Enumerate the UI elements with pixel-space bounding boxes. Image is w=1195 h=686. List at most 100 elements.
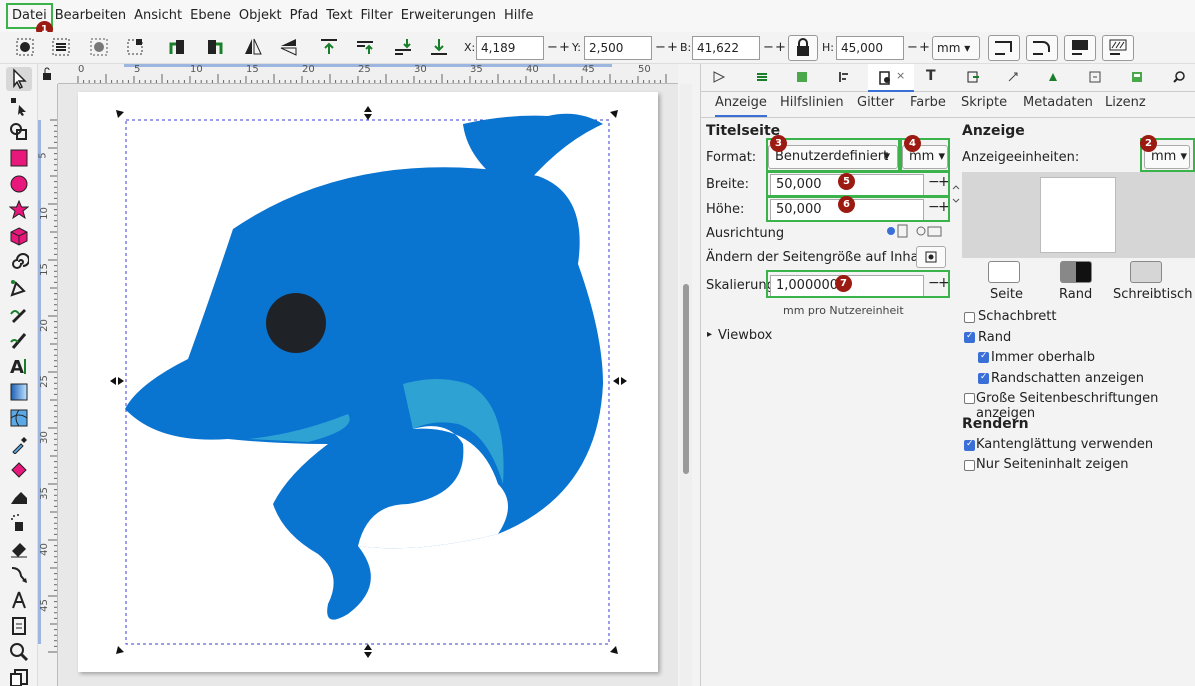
deselect-icon[interactable] xyxy=(88,36,110,58)
menu-filter[interactable]: Filter xyxy=(357,5,397,27)
move-gradients-button[interactable] xyxy=(1064,35,1096,61)
transform-tab-icon[interactable] xyxy=(1046,70,1060,84)
text-font-tab-icon[interactable]: T xyxy=(926,68,936,84)
raise-icon[interactable] xyxy=(354,36,376,58)
select-all-icon[interactable] xyxy=(14,36,36,58)
subtab-anzeige[interactable]: Anzeige xyxy=(715,95,767,117)
menu-hilfe[interactable]: Hilfe xyxy=(500,5,538,27)
width-field[interactable]: 41,622 xyxy=(692,36,760,60)
eraser-tool-icon[interactable] xyxy=(9,538,29,558)
desk-color-swatch[interactable] xyxy=(1130,261,1162,283)
export-tab-icon[interactable] xyxy=(966,70,980,84)
star-tool-icon[interactable] xyxy=(9,200,29,220)
paint-bucket-tool-icon[interactable] xyxy=(9,460,29,480)
measure-tool-icon[interactable] xyxy=(9,590,29,610)
lock-guides-icon[interactable] xyxy=(38,64,58,84)
pen-tool-icon[interactable] xyxy=(9,278,29,298)
subtab-gitter[interactable]: Gitter xyxy=(857,95,894,117)
menu-bearbeiten[interactable]: Bearbeiten xyxy=(51,5,130,27)
menu-ebene[interactable]: Ebene xyxy=(186,5,235,27)
find-tab-icon[interactable] xyxy=(1172,70,1186,84)
selector-tool-icon[interactable] xyxy=(6,67,32,91)
pages-tool-icon[interactable] xyxy=(9,616,29,636)
rotate-ccw-icon[interactable] xyxy=(166,36,188,58)
page-color-swatch[interactable] xyxy=(988,261,1020,283)
close-tab-icon[interactable]: × xyxy=(896,69,905,82)
node-tool-icon[interactable] xyxy=(9,96,29,116)
checkbox-border[interactable] xyxy=(964,331,975,343)
menu-text[interactable]: Text xyxy=(322,5,356,27)
3d-box-tool-icon[interactable] xyxy=(9,226,29,246)
height-plus[interactable]: + xyxy=(919,36,930,60)
checkbox-always-on-top[interactable] xyxy=(978,351,989,363)
objects-tab-icon[interactable] xyxy=(795,70,809,84)
menu-objekt[interactable]: Objekt xyxy=(235,5,286,27)
x-plus[interactable]: + xyxy=(559,36,570,60)
gradient-tool-icon[interactable] xyxy=(9,382,29,402)
rotate-cw-icon[interactable] xyxy=(204,36,226,58)
menu-erweiterungen[interactable]: Erweiterungen xyxy=(397,5,500,27)
lock-ratio-button[interactable] xyxy=(788,35,818,61)
raise-to-top-icon[interactable] xyxy=(318,36,340,58)
height-field[interactable]: 45,000 xyxy=(836,36,904,60)
fill-stroke-tab-icon[interactable] xyxy=(712,70,726,84)
document-properties-tab[interactable]: × xyxy=(868,64,914,92)
touch-select-icon[interactable] xyxy=(124,36,146,58)
scrollbar-thumb[interactable] xyxy=(683,284,689,474)
zoom-tool-icon[interactable] xyxy=(9,642,29,662)
link-dimensions-icon[interactable] xyxy=(952,184,960,204)
subtab-skripte[interactable]: Skripte xyxy=(961,95,1007,117)
scale-stroke-button[interactable] xyxy=(988,35,1020,61)
lower-to-bottom-icon[interactable] xyxy=(428,36,450,58)
checkbox-large-labels[interactable] xyxy=(964,393,975,404)
menu-pfad[interactable]: Pfad xyxy=(286,5,323,27)
y-field[interactable]: 2,500 xyxy=(584,36,652,60)
x-minus[interactable]: − xyxy=(547,36,558,60)
subtab-hilfslinien[interactable]: Hilfslinien xyxy=(780,95,844,117)
mesh-tool-icon[interactable] xyxy=(9,408,29,428)
orientation-radios[interactable] xyxy=(886,224,946,240)
subtab-farbe[interactable]: Farbe xyxy=(910,95,946,117)
lower-icon[interactable] xyxy=(392,36,414,58)
vertical-scrollbar[interactable] xyxy=(680,84,692,686)
duplicate-tool-icon[interactable] xyxy=(9,668,29,686)
height-minus[interactable]: − xyxy=(907,36,918,60)
rectangle-tool-icon[interactable] xyxy=(9,148,29,168)
flip-horizontal-icon[interactable] xyxy=(242,36,264,58)
y-plus[interactable]: + xyxy=(667,36,678,60)
subtab-metadaten[interactable]: Metadaten xyxy=(1023,95,1093,117)
connector-tool-icon[interactable] xyxy=(9,564,29,584)
checkbox-checkerboard[interactable] xyxy=(964,312,975,323)
spiral-tool-icon[interactable] xyxy=(9,252,29,272)
align-tab-icon[interactable] xyxy=(837,70,851,84)
unit-select[interactable]: mm ▾ xyxy=(932,36,980,60)
width-plus[interactable]: + xyxy=(775,36,786,60)
flip-vertical-icon[interactable] xyxy=(278,36,300,58)
checkbox-clip-to-page[interactable] xyxy=(964,460,975,471)
subtab-lizenz[interactable]: Lizenz xyxy=(1105,95,1146,117)
ellipse-tool-icon[interactable] xyxy=(9,174,29,194)
expand-triangle-icon[interactable]: ▸ xyxy=(707,329,712,340)
shape-builder-tool-icon[interactable] xyxy=(9,122,29,142)
dropper-tool-icon[interactable] xyxy=(9,434,29,454)
border-color-swatch[interactable] xyxy=(1060,261,1092,283)
scale-corners-button[interactable] xyxy=(1026,35,1058,61)
checkbox-antialiasing[interactable] xyxy=(964,439,975,451)
text-tool-icon[interactable]: A xyxy=(9,356,29,376)
viewbox-expander[interactable]: Viewbox xyxy=(718,328,772,343)
width-minus[interactable]: − xyxy=(763,36,774,60)
xml-editor-tab-icon[interactable] xyxy=(1006,70,1020,84)
checkbox-border-shadow[interactable] xyxy=(978,372,989,384)
tweak-tool-icon[interactable] xyxy=(9,486,29,506)
select-all-layers-icon[interactable] xyxy=(50,36,72,58)
swatches-tab-icon[interactable] xyxy=(1130,70,1144,84)
y-minus[interactable]: − xyxy=(655,36,666,60)
menu-ansicht[interactable]: Ansicht xyxy=(130,5,186,27)
resize-to-content-button[interactable] xyxy=(916,246,946,268)
move-patterns-button[interactable] xyxy=(1102,35,1134,61)
spray-tool-icon[interactable] xyxy=(9,512,29,532)
x-field[interactable]: 4,189 xyxy=(476,36,544,60)
symbols-tab-icon[interactable] xyxy=(1088,70,1102,84)
pencil-tool-icon[interactable] xyxy=(9,304,29,324)
calligraphy-tool-icon[interactable] xyxy=(9,330,29,350)
